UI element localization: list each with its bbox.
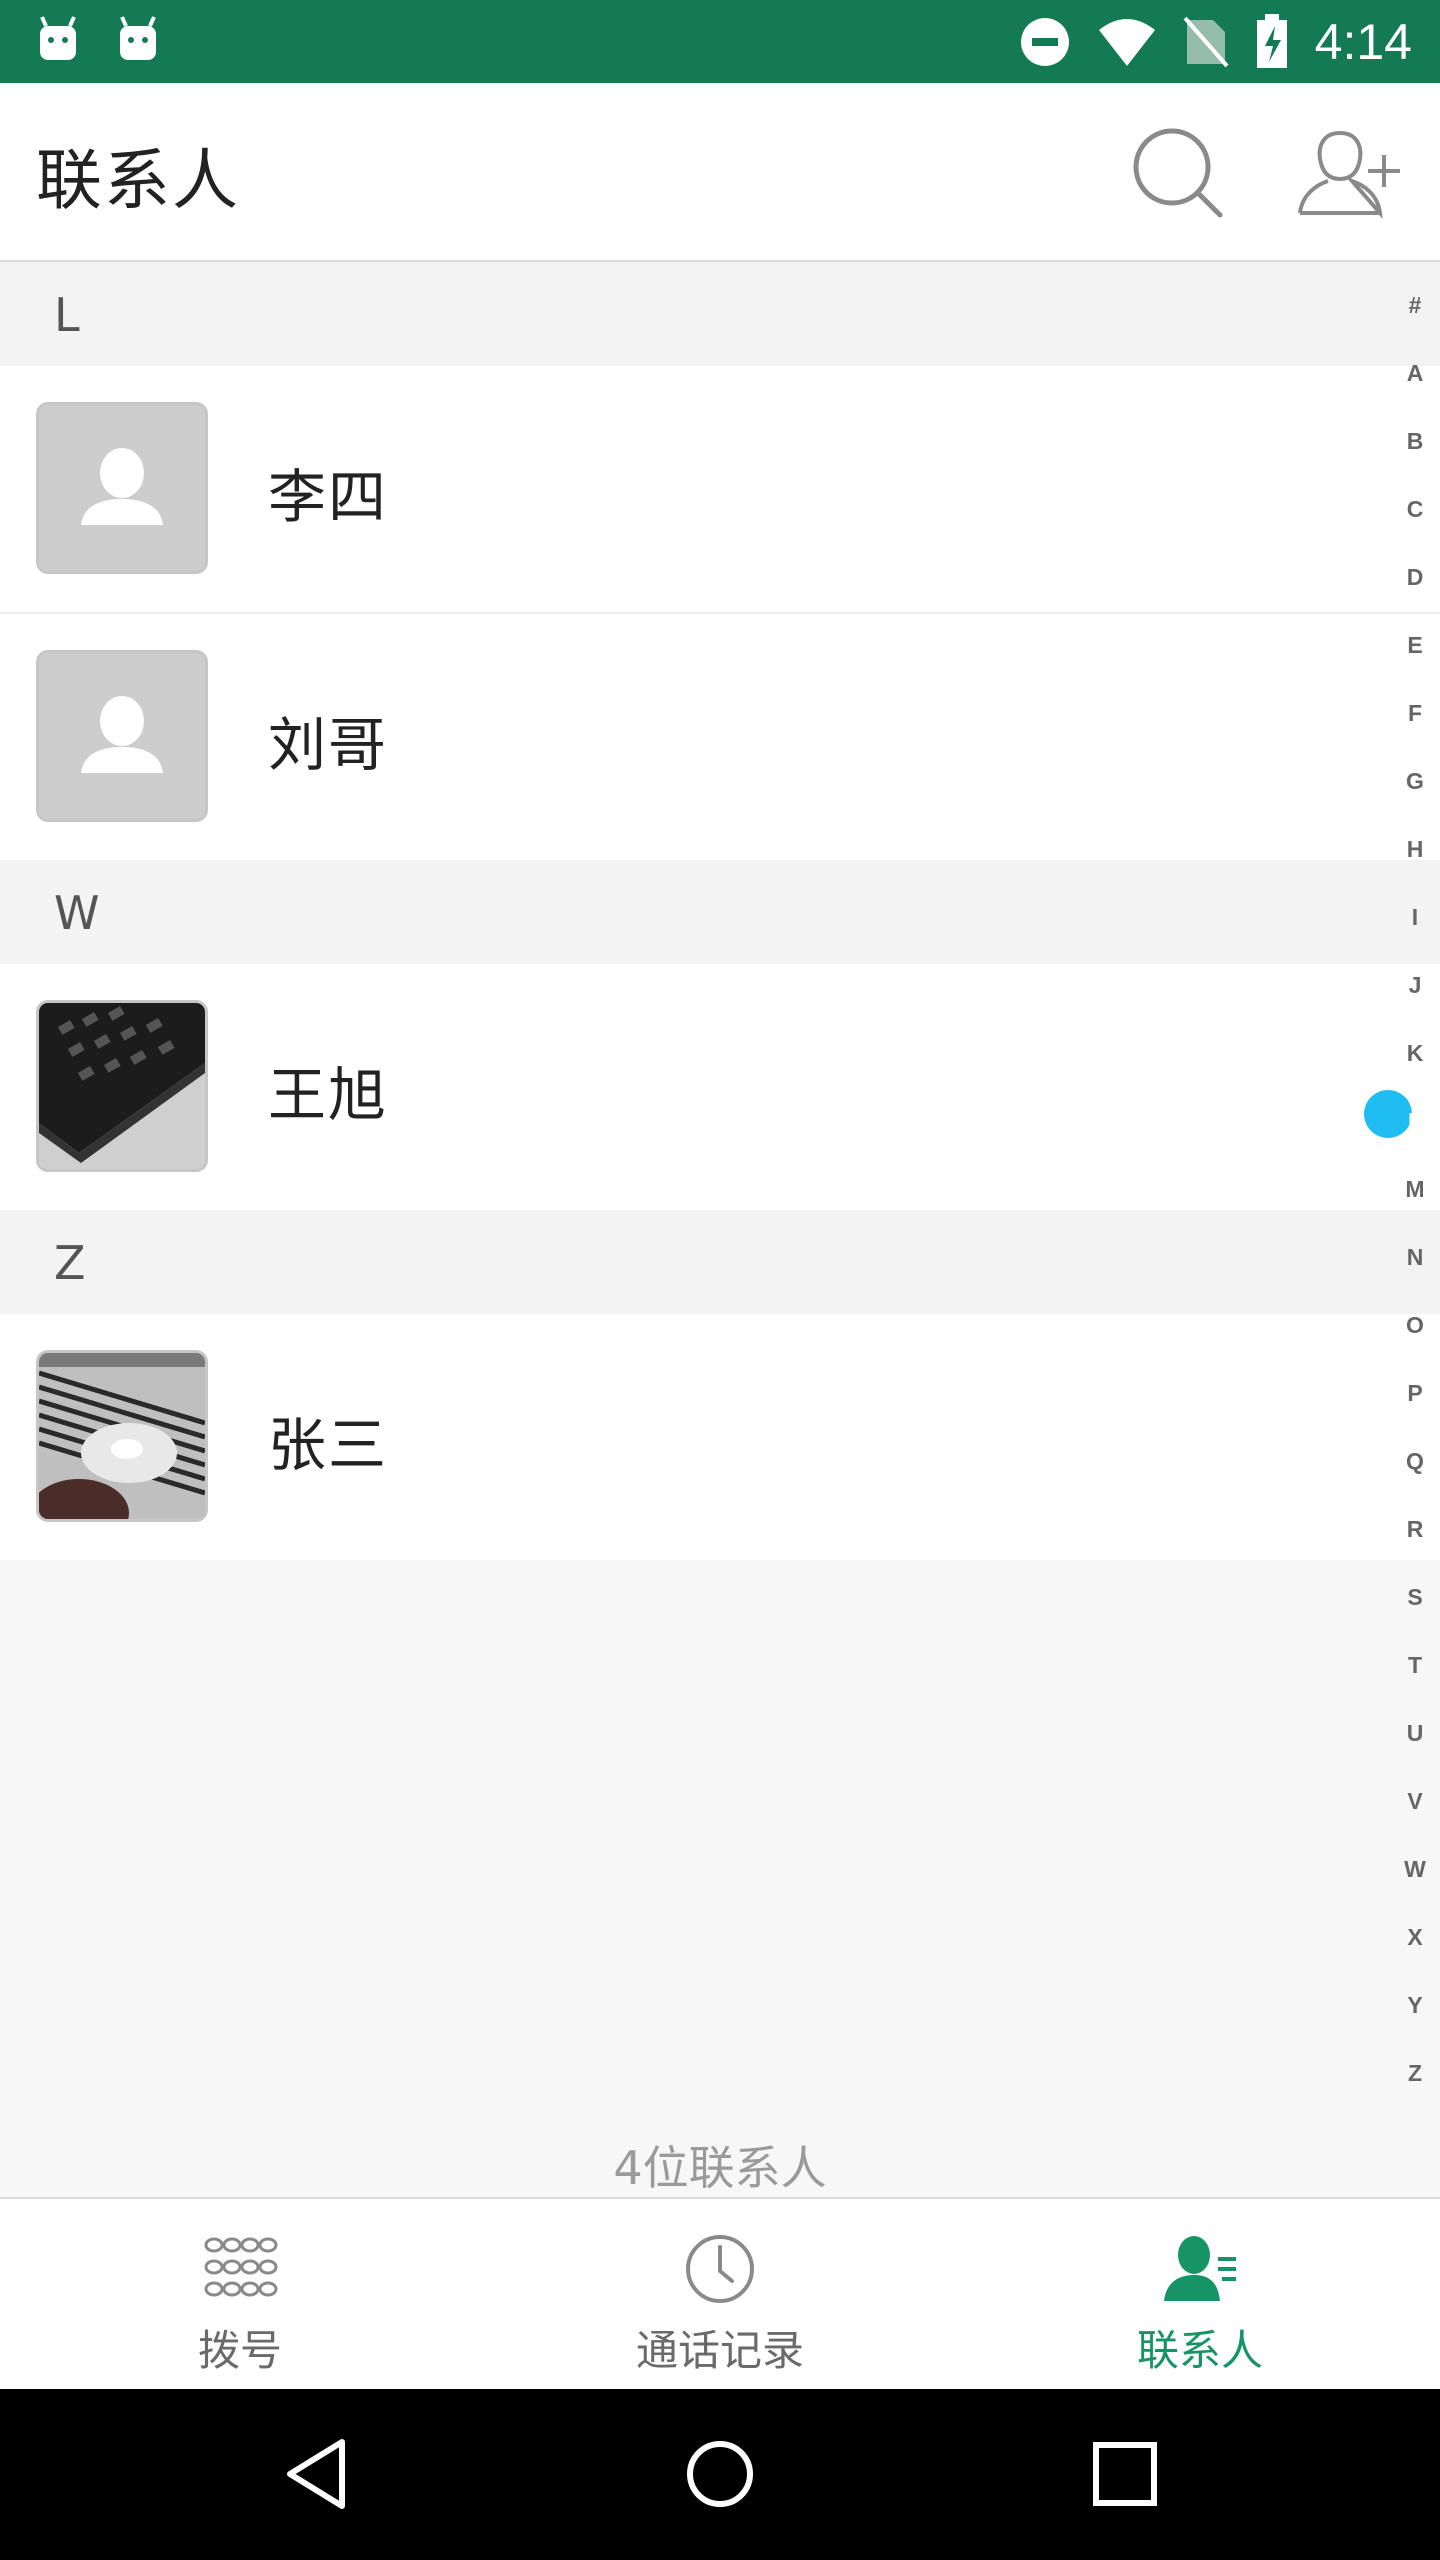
tab-label: 联系人 (1136, 2326, 1263, 2375)
section-header: W (0, 860, 1440, 964)
contacts-icon (1164, 2236, 1236, 2301)
index-letter-y[interactable]: Y (1390, 1992, 1440, 2019)
index-letter-g[interactable]: G (1390, 768, 1440, 795)
clock-icon (686, 2235, 754, 2303)
home-button[interactable] (675, 2429, 765, 2519)
index-letter-c[interactable]: C (1390, 496, 1440, 523)
section-letter: L (54, 288, 80, 342)
index-letter-h[interactable]: H (1390, 836, 1440, 863)
index-letter-s[interactable]: S (1390, 1584, 1440, 1611)
index-letter-f[interactable]: F (1390, 700, 1440, 727)
tab-dialpad[interactable]: 拨号 (0, 2199, 480, 2391)
index-letter-l[interactable]: L (1390, 1108, 1440, 1135)
status-bar: 4:14 (0, 0, 1440, 83)
index-letter-p[interactable]: P (1390, 1380, 1440, 1407)
dialpad-icon (204, 2237, 278, 2297)
index-letter-j[interactable]: J (1390, 972, 1440, 999)
search-icon (1133, 128, 1223, 218)
index-letter-n[interactable]: N (1390, 1244, 1440, 1271)
contact-row[interactable]: 刘哥 (0, 614, 1440, 860)
android-notification-icon (40, 16, 76, 60)
index-letter-hash[interactable]: # (1390, 292, 1440, 319)
default-avatar (36, 402, 208, 574)
index-letter-e[interactable]: E (1390, 632, 1440, 659)
person-icon (81, 448, 163, 525)
index-letter-a[interactable]: A (1390, 360, 1440, 387)
index-letter-z[interactable]: Z (1390, 2060, 1440, 2087)
page-title: 联系人 (36, 142, 240, 219)
section-letter: W (54, 886, 100, 940)
section-header: Z (0, 1210, 1440, 1314)
person-icon (81, 696, 163, 773)
recents-icon (1093, 2442, 1157, 2506)
tab-label: 通话记录 (635, 2326, 804, 2375)
index-letter-q[interactable]: Q (1390, 1448, 1440, 1475)
contact-row[interactable]: 王旭 (0, 964, 1440, 1210)
photo-avatar-keyboard (36, 1000, 208, 1172)
battery-charging-icon (1256, 14, 1287, 68)
no-sim-icon (1183, 16, 1229, 68)
add-contact-button[interactable] (1296, 123, 1406, 223)
index-letter-r[interactable]: R (1390, 1516, 1440, 1543)
index-letter-b[interactable]: B (1390, 428, 1440, 455)
status-time: 4:14 (1314, 14, 1412, 70)
index-letter-d[interactable]: D (1390, 564, 1440, 591)
index-letter-k[interactable]: K (1390, 1040, 1440, 1067)
index-letter-m[interactable]: M (1390, 1176, 1440, 1203)
contact-row[interactable]: 李四 (0, 366, 1440, 614)
section-letter: Z (54, 1236, 86, 1290)
add-contact-icon (1298, 130, 1400, 220)
contact-row[interactable]: 张三 (0, 1314, 1440, 1560)
back-button[interactable] (272, 2429, 362, 2519)
app-bar: 联系人 (0, 83, 1440, 262)
do-not-disturb-icon (1020, 18, 1069, 66)
tab-label: 拨号 (197, 2326, 282, 2375)
section-header: L (0, 262, 1440, 366)
photo-avatar-surface (36, 1350, 208, 1522)
surface-photo-icon (39, 1353, 205, 1519)
system-nav-bar (0, 2389, 1440, 2560)
index-letter-v[interactable]: V (1390, 1788, 1440, 1815)
index-letter-u[interactable]: U (1390, 1720, 1440, 1747)
recents-button[interactable] (1080, 2429, 1170, 2519)
wifi-icon (1098, 19, 1155, 66)
default-avatar (36, 650, 208, 822)
index-letter-i[interactable]: I (1390, 904, 1440, 931)
bottom-tab-bar: 拨号 通话记录 联系人 (0, 2197, 1440, 2391)
android-notification-icon (120, 16, 156, 60)
index-letter-o[interactable]: O (1390, 1312, 1440, 1339)
back-icon (287, 2439, 345, 2509)
contact-name: 刘哥 (268, 711, 389, 779)
tab-contacts[interactable]: 联系人 (960, 2199, 1440, 2391)
index-letter-t[interactable]: T (1390, 1652, 1440, 1679)
tab-call-log[interactable]: 通话记录 (480, 2199, 960, 2391)
contact-count: 4位联系人 (613, 2141, 827, 2195)
index-letter-w[interactable]: W (1390, 1856, 1440, 1883)
search-button[interactable] (1128, 123, 1228, 223)
contact-name: 张三 (268, 1411, 389, 1479)
home-icon (687, 2441, 753, 2507)
contact-name: 王旭 (268, 1061, 389, 1129)
index-letter-x[interactable]: X (1390, 1924, 1440, 1951)
keyboard-photo-icon (39, 1003, 205, 1169)
contact-name: 李四 (268, 463, 389, 531)
